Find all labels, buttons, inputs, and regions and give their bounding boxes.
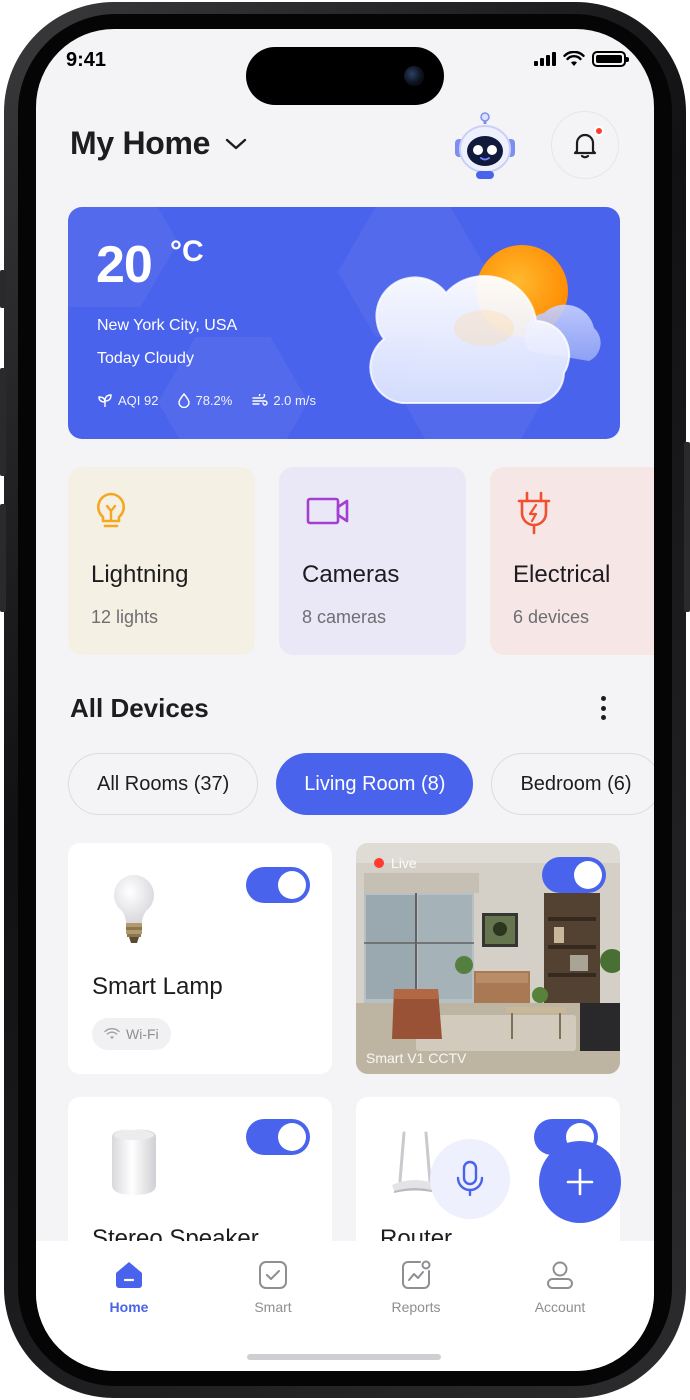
live-dot	[374, 858, 384, 868]
category-count: 6 devices	[513, 607, 590, 627]
wifi-icon	[563, 51, 585, 66]
nav-label: Account	[534, 1299, 586, 1315]
nav-item-smart[interactable]: Smart	[213, 1259, 333, 1315]
notification-dot	[594, 126, 604, 136]
power-toggle[interactable]	[246, 867, 310, 903]
ai-assistant-button[interactable]	[448, 111, 522, 185]
checkbox-icon	[259, 1261, 287, 1289]
home-selector[interactable]: My Home	[70, 125, 248, 162]
power-button	[684, 442, 690, 612]
app-screen: 9:41 My Home 20 °C New York City, USA To…	[36, 29, 654, 1371]
nav-item-account[interactable]: Account	[500, 1259, 620, 1315]
weather-stats: AQI 92 78.2% 2.0 m/s	[97, 393, 316, 408]
connection-badge: Wi-Fi	[92, 1018, 171, 1050]
category-card-electrical[interactable]: Electrical 6 devices	[490, 467, 654, 655]
nav-label: Smart	[254, 1299, 292, 1315]
lightbulb-icon	[97, 492, 125, 528]
weather-condition: Today Cloudy	[97, 350, 194, 367]
power-toggle[interactable]	[246, 1119, 310, 1155]
category-card-lightning[interactable]: Lightning 12 lights	[68, 467, 255, 655]
category-card-cameras[interactable]: Cameras 8 cameras	[279, 467, 466, 655]
plug-icon	[517, 491, 551, 535]
user-icon	[547, 1261, 573, 1289]
action-button	[0, 270, 6, 308]
wind-icon	[252, 394, 269, 406]
status-icons	[534, 51, 629, 67]
cloudy-sun-icon	[369, 245, 601, 404]
device-name: Smart V1 CCTV	[366, 1050, 467, 1066]
device-card-cctv[interactable]: Live Smart V1 CCTV	[356, 843, 620, 1074]
connection-label: Wi-Fi	[126, 1026, 159, 1042]
add-device-button[interactable]	[539, 1141, 621, 1223]
aqi-value: AQI 92	[118, 393, 159, 408]
category-name: Electrical	[513, 561, 611, 588]
home-icon	[116, 1262, 142, 1288]
bottom-navigation: Home Smart Reports Account	[36, 1241, 654, 1371]
bulb-icon	[114, 875, 154, 943]
home-indicator	[247, 1354, 441, 1360]
voice-command-button[interactable]	[430, 1139, 510, 1219]
room-filter-chips: All Rooms (37) Living Room (8) Bedroom (…	[68, 753, 654, 815]
nav-item-reports[interactable]: Reports	[356, 1259, 476, 1315]
nav-label: Reports	[391, 1299, 441, 1315]
chart-icon	[402, 1260, 431, 1289]
signal-icon	[534, 52, 556, 66]
live-label: Live	[391, 855, 417, 871]
volume-up-button	[0, 368, 6, 476]
category-count: 8 cameras	[302, 607, 387, 627]
category-name: Lightning	[91, 561, 189, 588]
live-badge: Live	[374, 855, 417, 871]
weather-card[interactable]: 20 °C New York City, USA Today Cloudy AQ…	[68, 207, 620, 439]
dot	[600, 715, 606, 720]
robot-icon	[455, 112, 515, 179]
video-camera-icon	[306, 497, 349, 525]
wind-stat: 2.0 m/s	[252, 393, 316, 408]
dot	[600, 705, 606, 711]
aqi-stat: AQI 92	[97, 393, 158, 408]
status-time: 9:41	[66, 49, 107, 71]
dynamic-island	[246, 47, 444, 105]
category-count: 12 lights	[91, 607, 159, 627]
device-name: Smart Lamp	[92, 973, 223, 1000]
front-camera	[404, 66, 424, 86]
device-card-smart-lamp[interactable]: Smart Lamp Wi-Fi	[68, 843, 332, 1074]
bell-icon	[573, 133, 597, 159]
category-row: Lightning 12 lights Cameras 8 cameras El…	[68, 467, 654, 655]
nav-item-home[interactable]: Home	[69, 1259, 189, 1315]
room-chip-all[interactable]: All Rooms (37)	[68, 753, 259, 815]
notifications-button[interactable]	[551, 111, 619, 179]
nav-label: Home	[109, 1299, 149, 1315]
room-chip-living[interactable]: Living Room (8)	[276, 753, 474, 815]
dot	[600, 696, 606, 701]
power-toggle[interactable]	[542, 857, 606, 893]
temperature-value: 20	[96, 236, 153, 294]
microphone-icon	[456, 1160, 484, 1197]
wifi-icon	[104, 1028, 120, 1039]
room-chip-bedroom[interactable]: Bedroom (6)	[491, 753, 654, 815]
plus-icon	[566, 1168, 594, 1196]
humidity-value: 78.2%	[195, 393, 233, 408]
wind-value: 2.0 m/s	[273, 393, 316, 408]
weather-location: New York City, USA	[97, 317, 238, 334]
category-name: Cameras	[302, 561, 400, 588]
more-options-button[interactable]	[596, 693, 610, 723]
volume-down-button	[0, 504, 6, 612]
chevron-down-icon	[225, 138, 247, 149]
temperature-unit: °C	[170, 235, 204, 268]
water-drop-icon	[178, 393, 191, 408]
page-title: My Home	[70, 125, 211, 161]
humidity-stat: 78.2%	[178, 393, 232, 408]
battery-icon	[592, 51, 629, 67]
speaker-icon	[112, 1129, 156, 1195]
all-devices-title: All Devices	[70, 693, 209, 723]
leaf-icon	[98, 393, 112, 407]
